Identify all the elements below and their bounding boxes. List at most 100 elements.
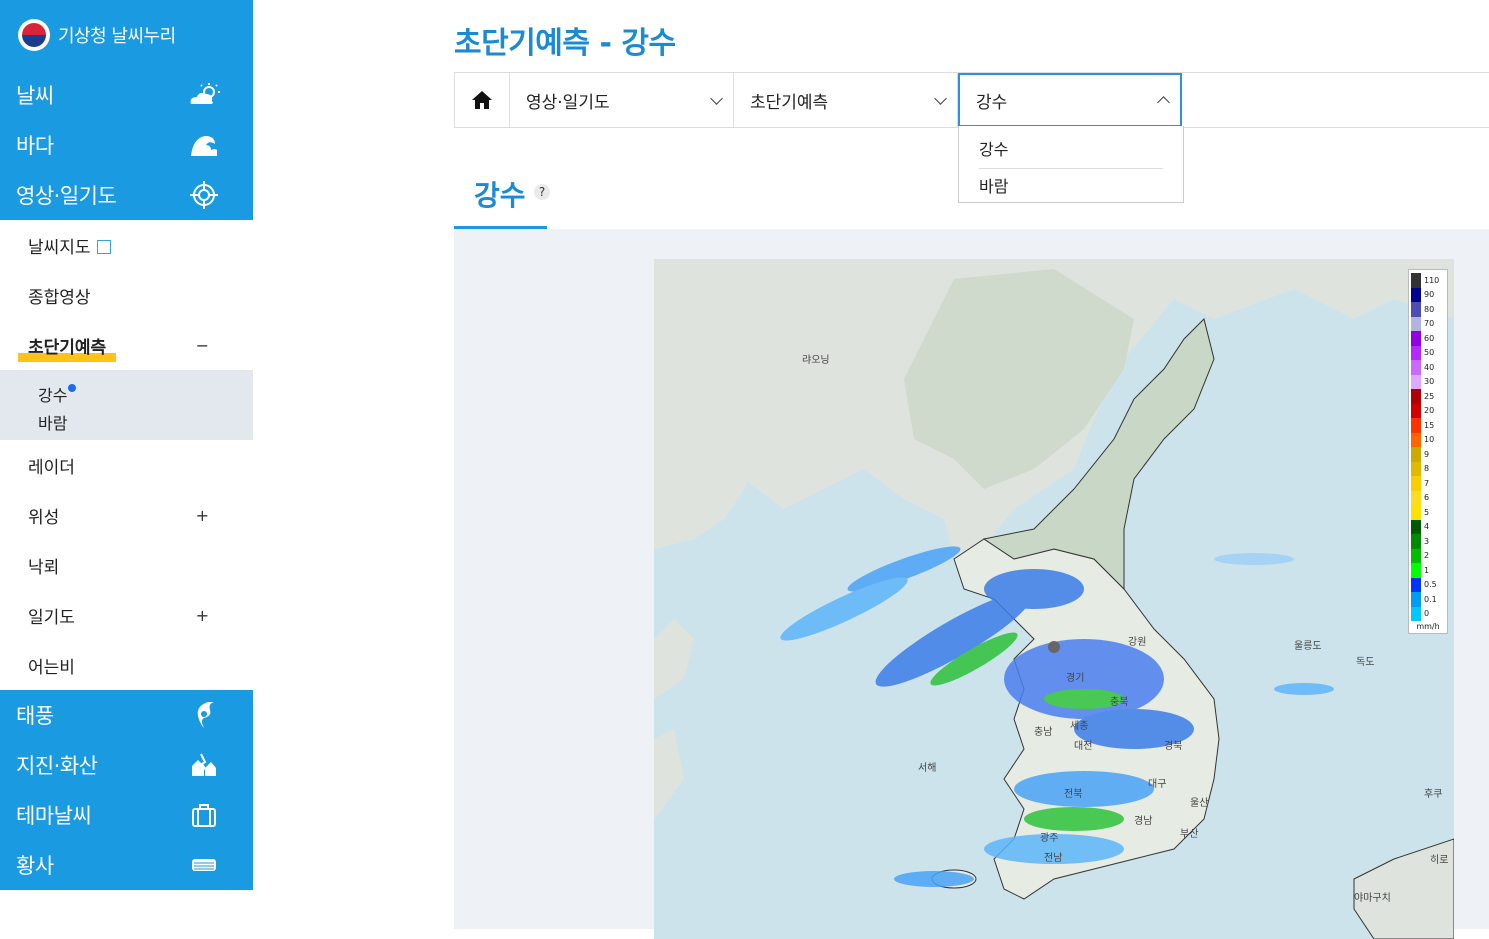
nowcast-precip-item[interactable]: 강수 <box>38 382 253 410</box>
breadcrumb-level1-label: 영상·일기도 <box>526 92 610 113</box>
legend-swatch <box>1411 461 1421 476</box>
submenu-weather-map[interactable]: 날씨지도 <box>0 220 253 270</box>
legend-row: 50 <box>1411 345 1445 360</box>
menu-typhoon[interactable]: 태풍 <box>0 690 253 740</box>
map-label-chungnam: 충남 <box>1034 726 1052 738</box>
submenu-lightning[interactable]: 낙뢰 <box>0 540 253 590</box>
menu-weather[interactable]: 날씨 <box>0 70 253 120</box>
breadcrumb-level1-select[interactable]: 영상·일기도 <box>510 73 734 127</box>
menu-earthquake[interactable]: 지진·화산 <box>0 740 253 790</box>
breadcrumb: 영상·일기도 초단기예측 강수 <box>454 72 1489 128</box>
submenu-weather-chart[interactable]: 일기도 + <box>0 590 253 640</box>
legend-swatch <box>1411 577 1421 592</box>
legend-swatch <box>1411 563 1421 578</box>
legend-value: 25 <box>1424 391 1435 401</box>
legend-row: 0.5 <box>1411 577 1445 592</box>
satellite-label: 위성 <box>28 507 60 528</box>
chevron-down-icon <box>710 91 723 105</box>
legend-value: 110 <box>1424 275 1440 285</box>
map-label-sejong: 세종 <box>1070 720 1088 732</box>
target-icon <box>187 180 221 210</box>
collapse-toggle[interactable]: − <box>196 336 209 355</box>
legend-swatch <box>1411 287 1421 302</box>
menu-yellow-dust[interactable]: 황사 <box>0 840 253 890</box>
legend-swatch <box>1411 592 1421 607</box>
home-icon <box>472 91 492 109</box>
submenu-radar[interactable]: 레이더 <box>0 440 253 490</box>
legend-value: 15 <box>1424 420 1435 430</box>
menu-theme-weather[interactable]: 테마날씨 <box>0 790 253 840</box>
menu-sea[interactable]: 바다 <box>0 120 253 170</box>
mask-icon <box>187 850 221 880</box>
brand-header[interactable]: 기상청 날씨누리 <box>0 0 253 70</box>
legend-swatch <box>1411 389 1421 404</box>
sun-cloud-icon <box>187 80 221 110</box>
nowcast-submenu: 강수 바람 <box>0 370 253 440</box>
weather-chart-label: 일기도 <box>28 607 75 628</box>
legend-swatch <box>1411 432 1421 447</box>
legend-swatch <box>1411 505 1421 520</box>
main-content: 초단기예측 - 강수 영상·일기도 초단기예측 강수 강수 바람 강수 ? 랴오… <box>253 0 1489 939</box>
legend-row: 25 <box>1411 389 1445 404</box>
map-marker-icon[interactable] <box>1048 641 1060 653</box>
legend-row: 7 <box>1411 476 1445 491</box>
legend-value: 70 <box>1424 319 1435 329</box>
menu-image-chart[interactable]: 영상·일기도 <box>0 170 253 220</box>
legend-swatch <box>1411 273 1421 288</box>
composite-image-label: 종합영상 <box>28 287 91 308</box>
legend-value: 30 <box>1424 377 1435 387</box>
precip-map[interactable]: 랴오닝 서해 강원 경기 충북 충남 세종 대전 경북 대구 전북 울산 경남 … <box>654 259 1454 939</box>
menu-typhoon-label: 태풍 <box>16 704 54 728</box>
legend-row: 30 <box>1411 374 1445 389</box>
legend-value: 40 <box>1424 362 1435 372</box>
map-label-busan: 부산 <box>1180 828 1198 840</box>
submenu-freezing-rain[interactable]: 어는비 <box>0 640 253 690</box>
map-label-hukuoka: 후쿠 <box>1424 788 1442 800</box>
breadcrumb-level2-select[interactable]: 초단기예측 <box>734 73 958 127</box>
chevron-down-icon <box>934 91 947 105</box>
legend-swatch <box>1411 360 1421 375</box>
help-icon[interactable]: ? <box>534 184 550 200</box>
breadcrumb-level3-select[interactable]: 강수 <box>958 73 1182 127</box>
map-label-chungbuk: 충북 <box>1110 696 1128 708</box>
legend-value: 0.5 <box>1424 580 1437 590</box>
submenu-nowcast[interactable]: 초단기예측 − <box>0 320 253 370</box>
legend-row: 4 <box>1411 519 1445 534</box>
legend-swatch <box>1411 548 1421 563</box>
expand-toggle[interactable]: + <box>196 606 209 625</box>
map-label-ulleungdo: 울릉도 <box>1294 640 1322 652</box>
nowcast-wind-item[interactable]: 바람 <box>38 410 253 438</box>
tab-precip-label: 강수 <box>474 179 526 212</box>
submenu-satellite[interactable]: 위성 + <box>0 490 253 540</box>
legend-row: 3 <box>1411 534 1445 549</box>
map-label-gyeonggi: 경기 <box>1066 671 1084 684</box>
tab-precip[interactable]: 강수 ? <box>454 168 550 230</box>
legend-swatch <box>1411 345 1421 360</box>
breadcrumb-dropdown: 강수 바람 <box>958 126 1184 203</box>
dropdown-option-precip[interactable]: 강수 <box>979 132 1163 169</box>
legend-row: 6 <box>1411 490 1445 505</box>
legend-value: 0.1 <box>1424 594 1437 604</box>
map-label-gwangju: 광주 <box>1040 832 1058 844</box>
menu-weather-label: 날씨 <box>16 84 54 108</box>
map-label-dokdo: 독도 <box>1356 656 1374 668</box>
legend-swatch <box>1411 418 1421 433</box>
home-button[interactable] <box>454 73 510 127</box>
legend-value: 3 <box>1424 536 1430 546</box>
dropdown-option-wind[interactable]: 바람 <box>979 169 1163 205</box>
map-graphic: 랴오닝 서해 강원 경기 충북 충남 세종 대전 경북 대구 전북 울산 경남 … <box>654 259 1454 939</box>
legend-row: 40 <box>1411 360 1445 375</box>
legend-row: 5 <box>1411 505 1445 520</box>
legend-value: 0 <box>1424 609 1430 619</box>
legend-swatch <box>1411 519 1421 534</box>
legend-swatch <box>1411 476 1421 491</box>
expand-toggle[interactable]: + <box>196 506 209 525</box>
legend-swatch <box>1411 490 1421 505</box>
submenu-composite-image[interactable]: 종합영상 <box>0 270 253 320</box>
active-dot-icon <box>68 384 76 392</box>
legend-value: 7 <box>1424 478 1430 488</box>
earthquake-icon <box>187 750 221 780</box>
map-label-daejeon: 대전 <box>1074 740 1092 752</box>
legend-value: 60 <box>1424 333 1435 343</box>
legend-value: 50 <box>1424 348 1435 358</box>
